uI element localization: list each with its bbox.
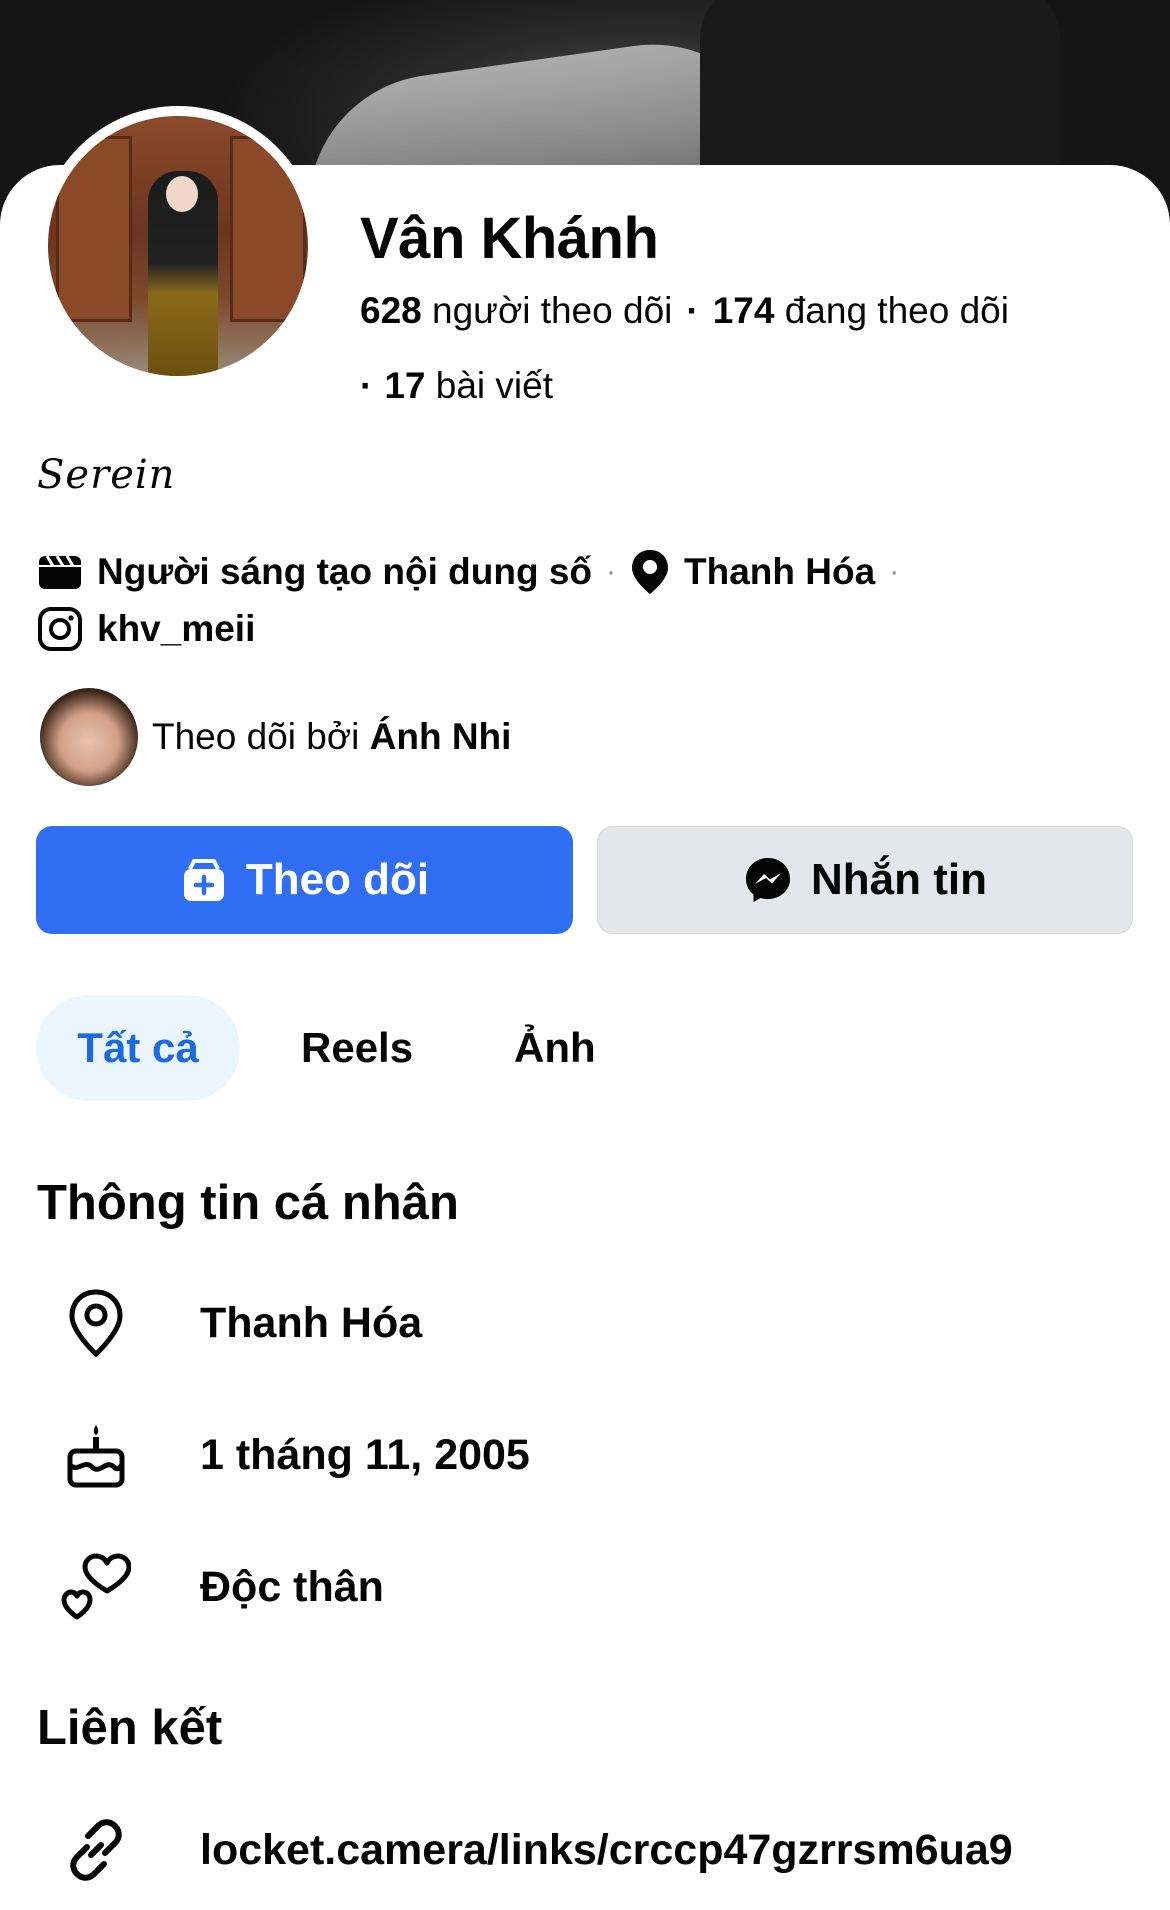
profile-name: Vân Khánh	[360, 206, 659, 271]
instagram-line[interactable]: khv_meii	[37, 606, 255, 652]
location-text: Thanh Hóa	[684, 551, 876, 592]
hearts-icon	[60, 1551, 132, 1623]
tab-all[interactable]: Tất cả	[36, 995, 240, 1101]
posts-count: 17	[384, 365, 426, 406]
info-relationship-text: Độc thân	[200, 1562, 384, 1611]
message-button[interactable]: Nhắn tin	[597, 826, 1133, 934]
following-count[interactable]: 174	[713, 290, 775, 331]
info-location-text: Thanh Hóa	[200, 1298, 423, 1347]
message-button-label: Nhắn tin	[811, 855, 987, 904]
details-separator: ·	[889, 555, 900, 588]
stats-separator: ·	[360, 365, 373, 406]
personal-info-title: Thông tin cá nhân	[37, 1176, 459, 1230]
profile-stats: 628 người theo dõi · 174 đang theo dõi	[360, 290, 1009, 332]
following-label[interactable]: đang theo dõi	[785, 290, 1009, 331]
info-row-relationship: Độc thân	[60, 1551, 384, 1623]
followed-by-name[interactable]: Ánh Nhi	[370, 716, 512, 758]
messenger-icon	[746, 858, 790, 902]
follow-icon	[183, 859, 224, 901]
info-row-birthday: 1 tháng 11, 2005	[60, 1419, 530, 1491]
link-row[interactable]: locket.camera/links/crccp47gzrrsm6ua9	[60, 1814, 1013, 1886]
tab-reels[interactable]: Reels	[301, 995, 413, 1101]
mutual-avatar[interactable]	[40, 688, 138, 786]
posts-label: bài viết	[435, 365, 553, 406]
avatar-door-left	[56, 136, 132, 322]
followers-label[interactable]: người theo dõi	[432, 290, 672, 331]
followers-count[interactable]: 628	[360, 290, 422, 331]
tab-photos[interactable]: Ảnh	[514, 995, 596, 1101]
category-text: Người sáng tạo nội dung số	[97, 551, 593, 592]
links-title: Liên kết	[37, 1701, 223, 1755]
avatar-face	[166, 176, 198, 212]
profile-bio: 𝑆𝑒𝑟𝑒𝑖𝑛	[37, 452, 176, 498]
clapperboard-icon	[39, 555, 81, 589]
info-birthday-text: 1 tháng 11, 2005	[200, 1430, 530, 1479]
link-icon	[60, 1814, 132, 1886]
profile-posts: · 17 bài viết	[360, 365, 553, 407]
stats-separator: ·	[686, 290, 699, 331]
mutual-followers[interactable]: Theo dõi bởi Ánh Nhi	[40, 688, 511, 786]
details-separator: ·	[606, 555, 617, 588]
instagram-handle[interactable]: khv_meii	[97, 608, 255, 650]
follow-button-label: Theo dõi	[245, 855, 430, 904]
avatar-door-right	[230, 136, 306, 322]
follow-button[interactable]: Theo dõi	[36, 826, 573, 934]
location-pin-icon	[632, 550, 669, 594]
profile-details-line: Người sáng tạo nội dung số · Thanh Hóa ·	[37, 548, 913, 596]
followed-by-prefix: Theo dõi bởi	[152, 716, 360, 757]
instagram-icon	[38, 607, 82, 651]
link-url[interactable]: locket.camera/links/crccp47gzrrsm6ua9	[200, 1826, 1013, 1875]
profile-avatar[interactable]	[48, 116, 308, 376]
location-outline-icon	[60, 1287, 132, 1359]
info-row-location: Thanh Hóa	[60, 1287, 422, 1359]
birthday-cake-icon	[60, 1419, 132, 1491]
